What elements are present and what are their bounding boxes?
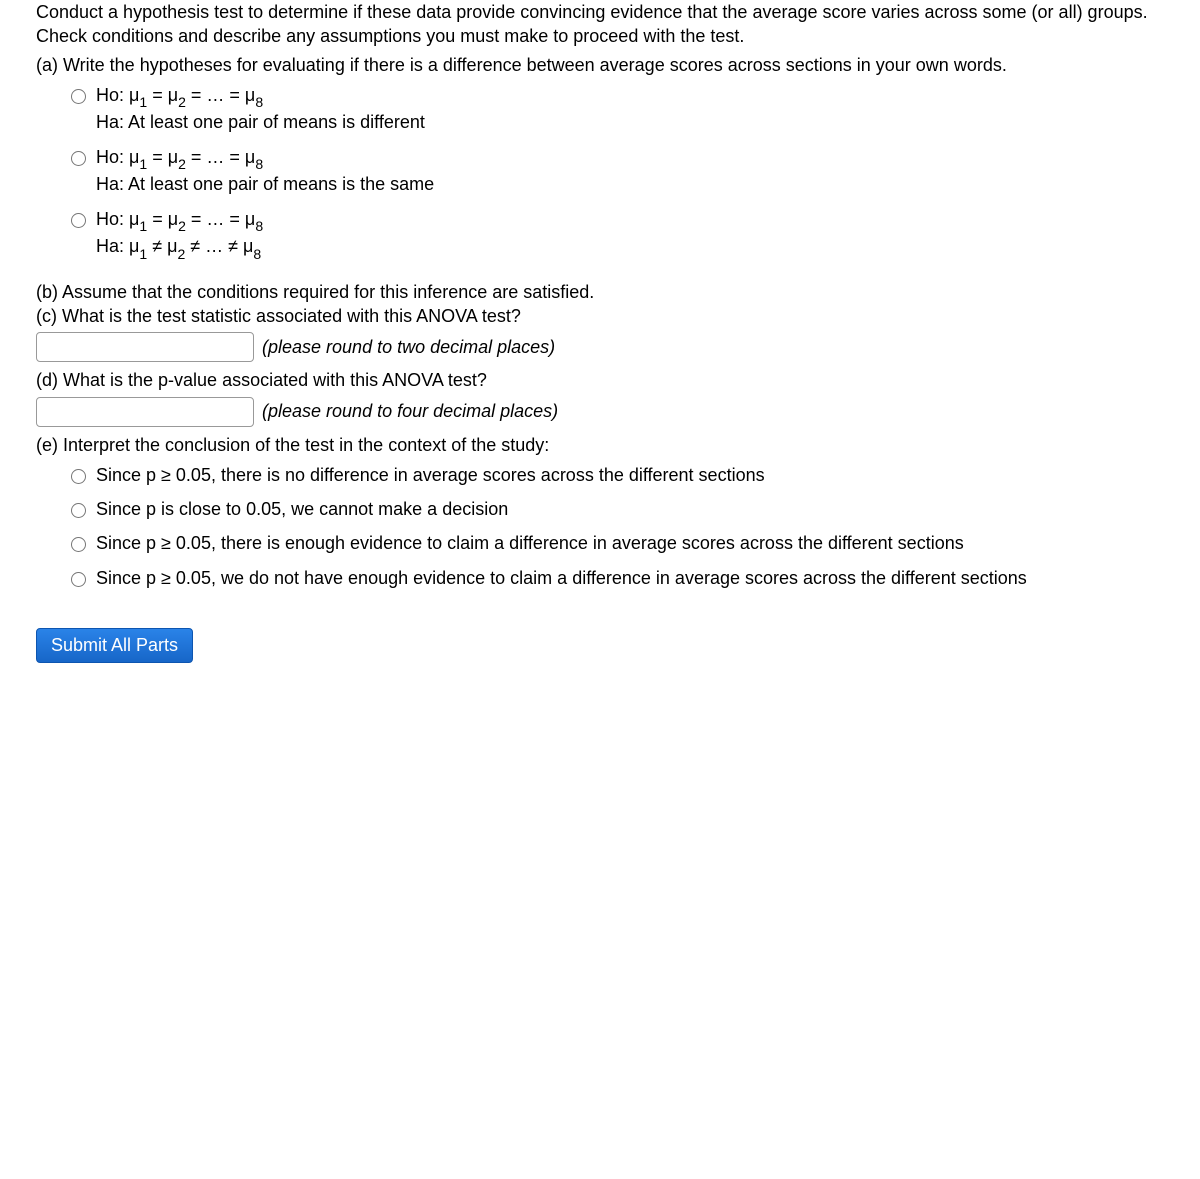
part-a-radio-1[interactable] — [71, 89, 86, 104]
part-a-option-2-ha: Ha: At least one pair of means is the sa… — [96, 172, 1164, 196]
part-a-option-1-label: Ho: μ1 = μ2 = … = μ8 Ha: At least one pa… — [96, 83, 1164, 135]
part-e-option-1[interactable]: Since p ≥ 0.05, there is no difference i… — [66, 463, 1164, 487]
part-a-prompt: (a) Write the hypotheses for evaluating … — [36, 53, 1164, 77]
part-c-input[interactable] — [36, 332, 254, 362]
part-c-prompt: (c) What is the test statistic associate… — [36, 304, 1164, 328]
part-a-option-3-label: Ho: μ1 = μ2 = … = μ8 Ha: μ1 ≠ μ2 ≠ … ≠ μ… — [96, 207, 1164, 262]
part-a-choices: Ho: μ1 = μ2 = … = μ8 Ha: At least one pa… — [66, 83, 1164, 262]
part-e-radio-2[interactable] — [71, 503, 86, 518]
part-e-choices: Since p ≥ 0.05, there is no difference i… — [66, 463, 1164, 590]
part-a-option-1-ho: Ho: μ1 = μ2 = … = μ8 — [96, 83, 1164, 111]
submit-button[interactable]: Submit All Parts — [36, 628, 193, 663]
part-c-hint: (please round to two decimal places) — [262, 335, 555, 359]
part-d-input-line: (please round to four decimal places) — [36, 397, 1164, 427]
part-a-option-2-label: Ho: μ1 = μ2 = … = μ8 Ha: At least one pa… — [96, 145, 1164, 197]
part-e-option-2-label: Since p is close to 0.05, we cannot make… — [96, 497, 1164, 521]
part-a-radio-2[interactable] — [71, 151, 86, 166]
part-e-radio-1[interactable] — [71, 469, 86, 484]
part-a-option-1-ha: Ha: At least one pair of means is differ… — [96, 110, 1164, 134]
intro-text: Conduct a hypothesis test to determine i… — [36, 0, 1164, 49]
part-e-option-2[interactable]: Since p is close to 0.05, we cannot make… — [66, 497, 1164, 521]
part-a-option-3-ho: Ho: μ1 = μ2 = … = μ8 — [96, 207, 1164, 235]
part-e-option-3[interactable]: Since p ≥ 0.05, there is enough evidence… — [66, 531, 1164, 555]
part-a-option-1[interactable]: Ho: μ1 = μ2 = … = μ8 Ha: At least one pa… — [66, 83, 1164, 135]
part-e-option-4[interactable]: Since p ≥ 0.05, we do not have enough ev… — [66, 566, 1164, 590]
part-d-prompt: (d) What is the p-value associated with … — [36, 368, 1164, 392]
part-d-input[interactable] — [36, 397, 254, 427]
part-e-option-1-label: Since p ≥ 0.05, there is no difference i… — [96, 463, 1164, 487]
part-a-option-2-ho: Ho: μ1 = μ2 = … = μ8 — [96, 145, 1164, 173]
part-b-text: (b) Assume that the conditions required … — [36, 280, 1164, 304]
part-d-hint: (please round to four decimal places) — [262, 399, 558, 423]
part-c-input-line: (please round to two decimal places) — [36, 332, 1164, 362]
part-a-option-3-ha: Ha: μ1 ≠ μ2 ≠ … ≠ μ8 — [96, 234, 1164, 262]
part-e-option-4-label: Since p ≥ 0.05, we do not have enough ev… — [96, 566, 1164, 590]
part-e-radio-3[interactable] — [71, 537, 86, 552]
part-a-radio-3[interactable] — [71, 213, 86, 228]
part-a-option-3[interactable]: Ho: μ1 = μ2 = … = μ8 Ha: μ1 ≠ μ2 ≠ … ≠ μ… — [66, 207, 1164, 262]
part-e-prompt: (e) Interpret the conclusion of the test… — [36, 433, 1164, 457]
part-e-option-3-label: Since p ≥ 0.05, there is enough evidence… — [96, 531, 1164, 555]
part-e-radio-4[interactable] — [71, 572, 86, 587]
part-a-option-2[interactable]: Ho: μ1 = μ2 = … = μ8 Ha: At least one pa… — [66, 145, 1164, 197]
